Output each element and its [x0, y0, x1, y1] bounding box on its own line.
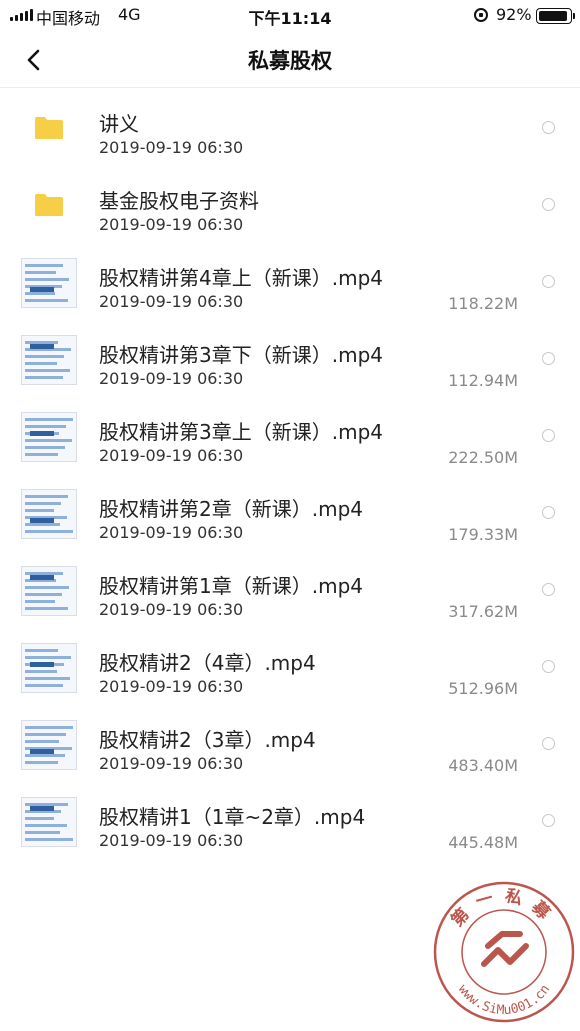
file-name: 股权精讲第2章（新课）.mp4 [99, 497, 363, 521]
file-date: 2019-09-19 06:30 [99, 138, 244, 157]
video-thumbnail [21, 258, 77, 308]
file-name: 股权精讲第4章上（新课）.mp4 [99, 266, 383, 290]
file-date: 2019-09-19 06:30 [99, 292, 244, 311]
file-row[interactable]: 股权精讲第3章下（新课）.mp4 2019-09-19 06:30 112.94M [0, 321, 580, 398]
file-date: 2019-09-19 06:30 [99, 600, 244, 619]
file-date: 2019-09-19 06:30 [99, 831, 244, 850]
battery-icon [536, 8, 575, 24]
file-date: 2019-09-19 06:30 [99, 215, 244, 234]
file-name: 股权精讲第3章下（新课）.mp4 [99, 343, 383, 367]
page-title: 私募股权 [248, 49, 332, 73]
select-radio[interactable] [542, 275, 555, 288]
file-size: 317.62M [448, 602, 518, 621]
file-row[interactable]: 股权精讲2（3章）.mp4 2019-09-19 06:30 483.40M [0, 706, 580, 783]
file-date: 2019-09-19 06:30 [99, 677, 244, 696]
file-row[interactable]: 股权精讲2（4章）.mp4 2019-09-19 06:30 512.96M [0, 629, 580, 706]
watermark-seal-logo: 第一私募 www.SiMu001.cn [433, 881, 575, 1023]
file-size: 222.50M [448, 448, 518, 467]
file-date: 2019-09-19 06:30 [99, 369, 244, 388]
file-list: 讲义 2019-09-19 06:30 基金股权电子资料 2019-09-19 06:… [0, 90, 580, 860]
file-row[interactable]: 股权精讲第1章（新课）.mp4 2019-09-19 06:30 317.62M [0, 552, 580, 629]
video-thumbnail [21, 335, 77, 385]
select-radio[interactable] [542, 583, 555, 596]
select-radio[interactable] [542, 352, 555, 365]
file-name: 股权精讲第1章（新课）.mp4 [99, 574, 363, 598]
video-thumbnail [21, 489, 77, 539]
file-date: 2019-09-19 06:30 [99, 754, 244, 773]
video-thumbnail [21, 797, 77, 847]
select-radio[interactable] [542, 198, 555, 211]
select-radio[interactable] [542, 660, 555, 673]
file-name: 基金股权电子资料 [99, 189, 259, 213]
file-row[interactable]: 股权精讲第2章（新课）.mp4 2019-09-19 06:30 179.33M [0, 475, 580, 552]
video-thumbnail [21, 643, 77, 693]
folder-row[interactable]: 基金股权电子资料 2019-09-19 06:30 [0, 167, 580, 244]
rotation-lock-icon [474, 8, 488, 22]
folder-row[interactable]: 讲义 2019-09-19 06:30 [0, 90, 580, 167]
file-row[interactable]: 股权精讲1（1章~2章）.mp4 2019-09-19 06:30 445.48M [0, 783, 580, 860]
select-radio[interactable] [542, 121, 555, 134]
file-size: 512.96M [448, 679, 518, 698]
file-name: 讲义 [99, 112, 139, 136]
select-radio[interactable] [542, 737, 555, 750]
select-radio[interactable] [542, 429, 555, 442]
file-date: 2019-09-19 06:30 [99, 446, 244, 465]
video-thumbnail [21, 720, 77, 770]
file-size: 112.94M [448, 371, 518, 390]
file-size: 179.33M [448, 525, 518, 544]
file-date: 2019-09-19 06:30 [99, 523, 244, 542]
folder-icon [35, 194, 63, 216]
file-size: 118.22M [448, 294, 518, 313]
file-size: 483.40M [448, 756, 518, 775]
select-radio[interactable] [542, 814, 555, 827]
file-row[interactable]: 股权精讲第3章上（新课）.mp4 2019-09-19 06:30 222.50M [0, 398, 580, 475]
navigation-bar: 私募股权 [0, 30, 580, 88]
battery-percent: 92% [496, 5, 532, 24]
status-time: 下午11:14 [248, 9, 332, 28]
file-size: 445.48M [448, 833, 518, 852]
file-name: 股权精讲2（3章）.mp4 [99, 728, 316, 752]
file-name: 股权精讲1（1章~2章）.mp4 [99, 805, 366, 829]
select-radio[interactable] [542, 506, 555, 519]
status-bar: 中国移动 4G 下午11:14 92% [0, 0, 580, 30]
file-row[interactable]: 股权精讲第4章上（新课）.mp4 2019-09-19 06:30 118.22M [0, 244, 580, 321]
file-name: 股权精讲2（4章）.mp4 [99, 651, 316, 675]
folder-icon [35, 117, 63, 139]
file-name: 股权精讲第3章上（新课）.mp4 [99, 420, 383, 444]
video-thumbnail [21, 566, 77, 616]
video-thumbnail [21, 412, 77, 462]
